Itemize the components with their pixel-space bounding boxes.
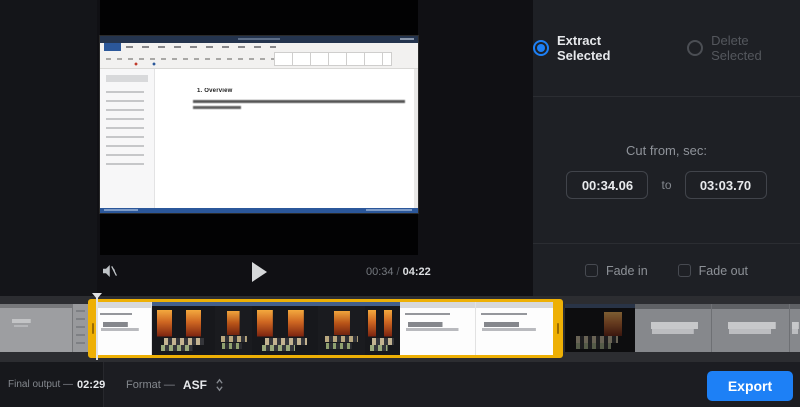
timeline-thumbnail[interactable] xyxy=(790,304,800,352)
format-select[interactable]: Format — ASF xyxy=(126,362,224,407)
timeline-track-left xyxy=(0,304,88,352)
checkbox-icon xyxy=(678,264,691,277)
fade-out-checkbox[interactable]: Fade out xyxy=(678,264,748,278)
word-ribbon xyxy=(100,43,418,69)
fade-section: Fade in Fade out xyxy=(533,245,800,296)
timeline-thumbnail[interactable] xyxy=(73,304,88,352)
right-panel: Extract Selected Delete Selected Cut fro… xyxy=(533,0,800,296)
fade-in-checkbox[interactable]: Fade in xyxy=(585,264,648,278)
radio-off-icon xyxy=(687,40,703,56)
timeline-thumbnail[interactable] xyxy=(712,304,790,352)
video-preview-stage: 1. Overview 00:34/04:22 xyxy=(97,0,533,296)
cut-start-input[interactable] xyxy=(566,171,648,199)
document-heading: 1. Overview xyxy=(197,88,233,94)
play-button[interactable] xyxy=(252,261,274,283)
spinner-arrows-icon xyxy=(215,378,224,392)
timeline-thumbnail[interactable] xyxy=(635,304,712,352)
timeline[interactable] xyxy=(0,296,800,362)
cut-range-section: Cut from, sec: to xyxy=(533,98,800,244)
playhead-marker[interactable] xyxy=(96,294,98,360)
playback-time: 00:34/04:22 xyxy=(366,266,431,278)
word-document-capture: 1. Overview xyxy=(100,36,418,213)
final-output-info: Final output — 02:29 xyxy=(0,362,104,407)
word-file-tab xyxy=(104,43,121,51)
timeline-thumbnail[interactable] xyxy=(0,304,73,352)
word-status-bar xyxy=(100,208,418,213)
mute-button[interactable] xyxy=(99,262,119,282)
word-scrollbar xyxy=(414,69,418,208)
to-label: to xyxy=(661,178,671,192)
total-duration: 04:22 xyxy=(403,266,431,278)
radio-on-icon xyxy=(533,40,549,56)
video-cutter-app: 1. Overview 00:34/04:22 xyxy=(0,0,800,407)
word-title-bar xyxy=(100,36,418,43)
timeline-thumbnail[interactable] xyxy=(565,304,635,352)
format-value: ASF xyxy=(183,378,207,392)
video-frame[interactable]: 1. Overview xyxy=(100,0,418,255)
selection-right-handle[interactable] xyxy=(553,299,563,358)
current-time: 00:34 xyxy=(366,266,394,278)
word-navigation-pane xyxy=(100,69,155,208)
muted-speaker-icon xyxy=(100,262,118,280)
document-text-line xyxy=(193,100,405,103)
cut-end-input[interactable] xyxy=(685,171,767,199)
play-icon xyxy=(252,262,267,282)
extract-selected-radio[interactable]: Extract Selected xyxy=(533,33,655,63)
word-style-gallery xyxy=(274,52,392,66)
selection-region[interactable] xyxy=(88,299,563,358)
checkbox-icon xyxy=(585,264,598,277)
delete-selected-radio[interactable]: Delete Selected xyxy=(687,33,800,63)
mode-section: Extract Selected Delete Selected xyxy=(533,0,800,97)
document-text-line xyxy=(193,106,241,109)
word-document-page: 1. Overview xyxy=(155,69,418,208)
cut-from-label: Cut from, sec: xyxy=(533,143,800,158)
footer-bar: Final output — 02:29 Format — ASF Export xyxy=(0,362,800,407)
timeline-track-right xyxy=(565,304,800,352)
final-output-duration: 02:29 xyxy=(77,379,105,391)
export-button[interactable]: Export xyxy=(707,371,793,401)
